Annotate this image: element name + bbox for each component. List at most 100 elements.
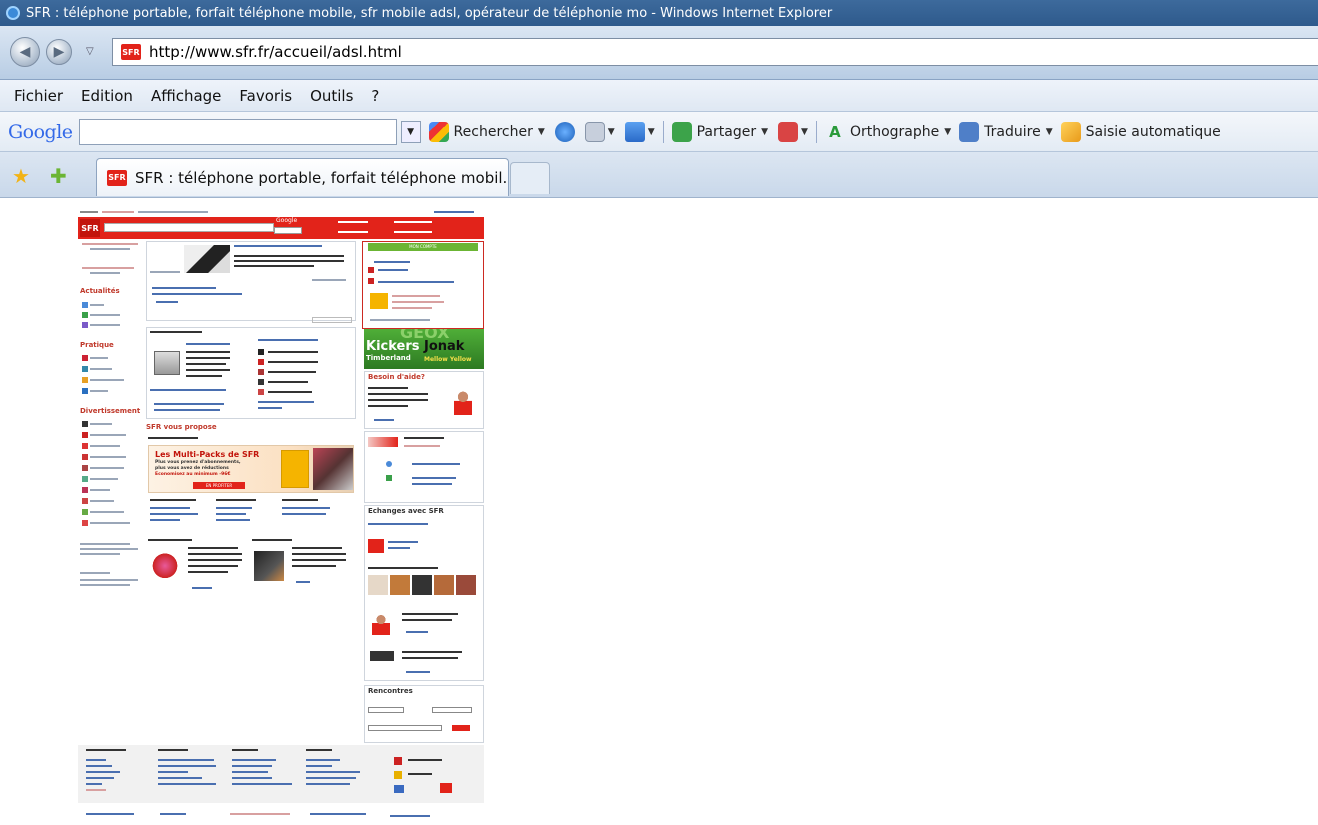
account-link[interactable] <box>378 281 454 283</box>
member-avatar[interactable] <box>390 575 410 595</box>
left-link[interactable] <box>90 500 114 502</box>
rechercher-button[interactable]: Rechercher ▼ <box>428 121 545 142</box>
menu-item-edition[interactable]: Edition <box>81 87 133 105</box>
left-link[interactable] <box>90 368 112 370</box>
offer-link[interactable] <box>258 339 318 341</box>
menu-item-fichier[interactable]: Fichier <box>14 87 63 105</box>
offer-link[interactable] <box>186 343 230 345</box>
footer-link[interactable] <box>158 759 214 761</box>
footer-link[interactable] <box>232 771 268 773</box>
offer-link[interactable] <box>150 389 226 391</box>
header-link[interactable] <box>394 231 432 233</box>
forward-button[interactable]: ▶ <box>46 39 72 65</box>
member-avatar[interactable] <box>434 575 454 595</box>
left-link[interactable] <box>80 548 138 550</box>
propose-link[interactable] <box>150 513 198 515</box>
add-favorites-icon[interactable]: ✚ <box>50 164 67 188</box>
footer-bottom-link[interactable] <box>230 813 290 815</box>
account-link[interactable] <box>374 261 410 263</box>
left-link[interactable] <box>82 243 138 245</box>
left-link[interactable] <box>90 456 126 458</box>
left-link[interactable] <box>90 522 130 524</box>
footer-link[interactable] <box>86 771 120 773</box>
left-link[interactable] <box>90 390 108 392</box>
site-search-input[interactable] <box>104 223 274 232</box>
news-link[interactable] <box>152 293 242 295</box>
offer-link[interactable] <box>258 401 314 403</box>
mail-icon[interactable] <box>394 771 402 779</box>
multipacks-banner[interactable]: Les Multi-Packs de SFR Plus vous prenez … <box>148 445 354 493</box>
left-link[interactable] <box>90 272 120 274</box>
footer-link[interactable] <box>86 765 112 767</box>
messaging-link[interactable] <box>412 477 456 479</box>
exchanges-link[interactable] <box>406 631 428 633</box>
footer-link[interactable] <box>232 765 272 767</box>
propose-link[interactable] <box>216 507 252 509</box>
footer-link[interactable] <box>306 783 350 785</box>
rencontres-field[interactable] <box>368 707 404 713</box>
site-search-button[interactable] <box>274 227 302 234</box>
multipacks-cta-button[interactable]: EN PROFITER <box>193 482 245 489</box>
footer-link[interactable] <box>158 765 216 767</box>
news-link[interactable] <box>156 301 178 303</box>
footer-bottom-link[interactable] <box>310 813 366 815</box>
menu-item-favoris[interactable]: Favoris <box>239 87 292 105</box>
news-link[interactable] <box>152 287 216 289</box>
address-url[interactable]: http://www.sfr.fr/accueil/adsl.html <box>149 43 402 61</box>
propose-link[interactable] <box>150 519 180 521</box>
exchanges-link[interactable] <box>388 541 418 543</box>
propose-link[interactable] <box>150 507 190 509</box>
footer-link[interactable] <box>306 759 340 761</box>
header-link[interactable] <box>394 221 432 223</box>
promo-link[interactable] <box>296 581 310 583</box>
game-promo-image[interactable] <box>150 553 180 585</box>
saisie-automatique-button[interactable]: Saisie automatique <box>1060 121 1221 142</box>
left-link[interactable] <box>80 572 110 574</box>
left-link[interactable] <box>90 467 124 469</box>
left-link[interactable] <box>90 304 104 306</box>
left-link[interactable] <box>82 267 134 269</box>
top-link[interactable] <box>434 211 474 213</box>
left-link[interactable] <box>90 478 118 480</box>
top-link[interactable] <box>138 211 208 213</box>
news-tab[interactable] <box>150 271 180 273</box>
orthographe-button[interactable]: A Orthographe ▼ <box>825 122 951 142</box>
menu-item-outils[interactable]: Outils <box>310 87 353 105</box>
left-link[interactable] <box>90 434 126 436</box>
footer-link[interactable] <box>158 783 216 785</box>
footer-link[interactable] <box>86 783 102 785</box>
home-icon[interactable] <box>394 757 402 765</box>
left-link[interactable] <box>90 445 120 447</box>
traduire-button[interactable]: Traduire ▼ <box>959 121 1053 142</box>
messaging-link[interactable] <box>412 463 460 465</box>
offer-link[interactable] <box>154 403 224 405</box>
globe-icon[interactable] <box>554 121 575 142</box>
offer-link[interactable] <box>154 409 220 411</box>
header-link[interactable] <box>338 231 368 233</box>
footer-link[interactable] <box>306 765 332 767</box>
rencontres-search-button[interactable] <box>452 725 470 731</box>
partager-button[interactable]: Partager ▼ <box>671 121 768 142</box>
left-link[interactable] <box>90 248 130 250</box>
back-button[interactable]: ◀ <box>10 37 40 67</box>
member-avatar[interactable] <box>368 575 388 595</box>
footer-link[interactable] <box>158 777 202 779</box>
rencontres-field[interactable] <box>368 725 442 731</box>
left-link[interactable] <box>80 543 130 545</box>
propose-link[interactable] <box>216 513 246 515</box>
messaging-link[interactable] <box>412 483 452 485</box>
google-search-input[interactable] <box>78 118 397 145</box>
footer-link[interactable] <box>86 759 106 761</box>
left-link[interactable] <box>80 553 120 555</box>
help-link[interactable] <box>374 419 394 421</box>
promo-link[interactable] <box>192 587 212 589</box>
exchanges-link[interactable] <box>406 671 430 673</box>
member-avatar[interactable] <box>412 575 432 595</box>
account-link[interactable] <box>378 269 408 271</box>
footer-link[interactable] <box>232 759 276 761</box>
left-link[interactable] <box>90 379 124 381</box>
left-link[interactable] <box>90 511 124 513</box>
menu-item-help[interactable]: ? <box>371 87 379 105</box>
left-link[interactable] <box>80 584 130 586</box>
recent-pages-dropdown-icon[interactable]: ▽ <box>86 46 94 57</box>
